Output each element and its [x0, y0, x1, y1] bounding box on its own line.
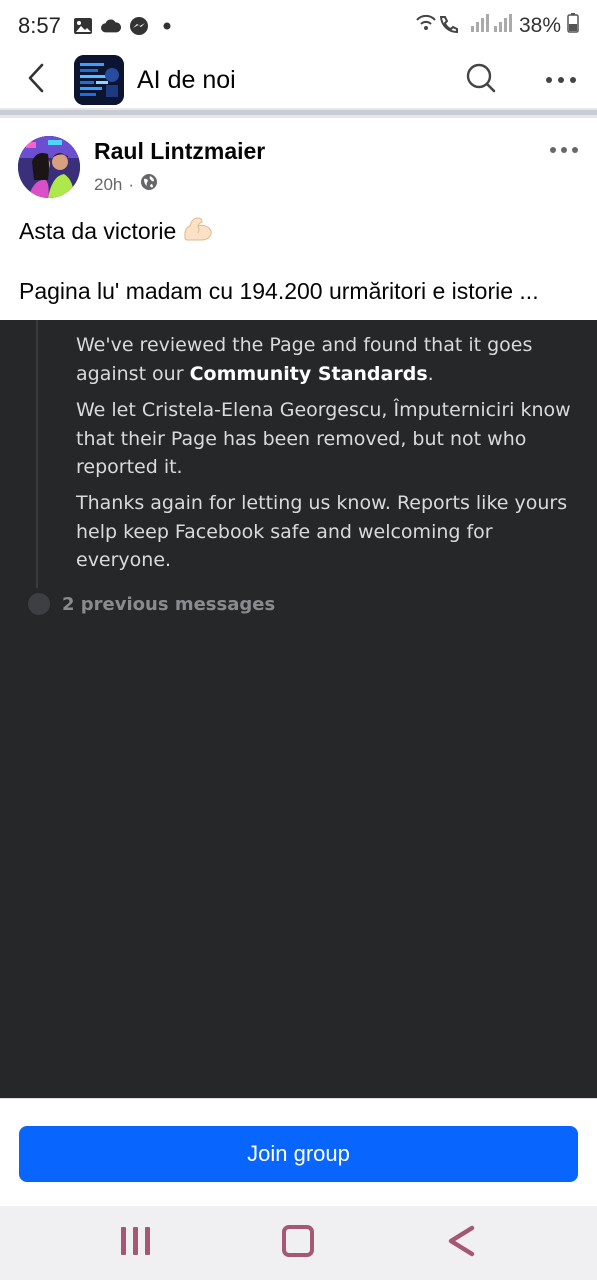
- back-icon: [446, 1224, 476, 1263]
- message-paragraph-3: Thanks again for letting us know. Report…: [76, 492, 568, 571]
- home-button[interactable]: [268, 1213, 328, 1273]
- status-system-icons: 38%: [415, 13, 579, 39]
- dot-icon: [157, 16, 177, 36]
- group-header: AI de noi: [0, 52, 597, 108]
- recents-button[interactable]: [106, 1213, 166, 1273]
- home-icon: [281, 1224, 315, 1263]
- group-avatar[interactable]: [74, 55, 124, 105]
- group-title[interactable]: AI de noi: [137, 66, 236, 95]
- globe-icon: [140, 173, 158, 196]
- search-button[interactable]: [463, 62, 499, 98]
- post-meta: 20h ·: [94, 173, 265, 196]
- cloud-icon: [100, 16, 121, 36]
- post-more-button[interactable]: [547, 136, 581, 164]
- battery-percent: 38%: [518, 14, 561, 37]
- previous-messages-row: 2 previous messages: [28, 593, 275, 615]
- author-avatar[interactable]: [18, 136, 80, 198]
- post-text-line-1: Asta da victorie: [19, 214, 214, 248]
- recents-icon: [119, 1225, 153, 1262]
- message-paragraph-1: We've reviewed the Page and found that i…: [76, 331, 576, 388]
- image-icon: [73, 16, 93, 36]
- thread-line: [36, 320, 38, 588]
- battery-icon: [567, 13, 579, 39]
- join-group-bar: Join group: [0, 1098, 597, 1206]
- chevron-left-icon: [26, 62, 46, 99]
- post-time[interactable]: 20h: [94, 175, 122, 195]
- previous-messages-dot: [28, 593, 50, 615]
- author-name[interactable]: Raul Lintzmaier: [94, 138, 265, 165]
- meta-separator: ·: [128, 174, 135, 194]
- more-options-button[interactable]: [543, 62, 579, 98]
- join-group-button[interactable]: Join group: [19, 1126, 578, 1182]
- more-horizontal-icon: [545, 71, 577, 89]
- system-back-button[interactable]: [431, 1213, 491, 1273]
- community-standards-link: Community Standards: [189, 362, 428, 385]
- status-time: 8:57: [18, 13, 61, 38]
- message-paragraph-2: We let Cristela-Elena Georgescu, Împuter…: [76, 399, 571, 478]
- post-header: Raul Lintzmaier 20h ·: [18, 136, 581, 202]
- signal-icon: [469, 13, 513, 39]
- section-divider: [0, 108, 597, 118]
- messenger-icon: [129, 16, 149, 36]
- status-bar: 8:57 38%: [0, 0, 597, 52]
- author-block: Raul Lintzmaier 20h ·: [94, 138, 265, 202]
- back-button[interactable]: [18, 58, 54, 102]
- search-icon: [465, 62, 497, 99]
- system-navigation-bar: [0, 1206, 597, 1280]
- flexed-biceps-icon: [182, 214, 214, 248]
- wifi-calling-icon: [415, 13, 463, 39]
- post-text-line-2[interactable]: Pagina lu' madam cu 194.200 urmăritori e…: [19, 278, 589, 305]
- post-text: Asta da victorie: [19, 217, 177, 244]
- message-paragraph-1-end: .: [427, 362, 434, 385]
- post-media-image[interactable]: We've reviewed the Page and found that i…: [0, 320, 597, 1098]
- status-notification-icons: [73, 16, 177, 36]
- more-horizontal-icon: [549, 141, 579, 159]
- previous-messages-label: 2 previous messages: [62, 593, 276, 615]
